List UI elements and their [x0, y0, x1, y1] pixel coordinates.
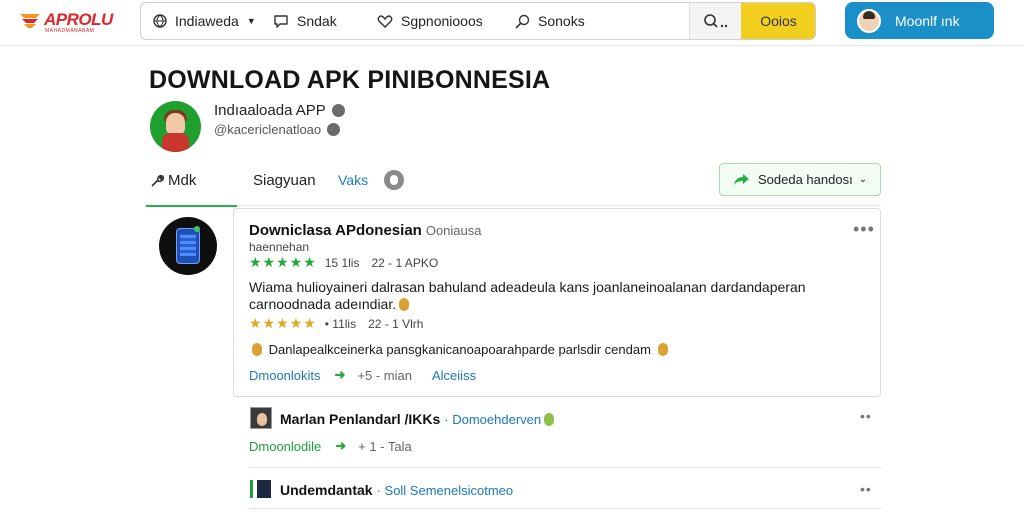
app-icon[interactable] [159, 217, 217, 275]
globe-icon [327, 123, 341, 136]
filter-label: Sodeda handosı [758, 172, 853, 187]
nav-item-favorites[interactable]: Sgpnoniooos [377, 3, 483, 39]
wrench-icon [151, 174, 164, 187]
post-title-muted: Ooniausa [425, 223, 482, 238]
logo-wings-icon [20, 14, 40, 28]
post-title-text: Downiclasa APdonesian [249, 222, 422, 239]
download-link[interactable]: Dmoonlodile [249, 439, 321, 454]
site-logo[interactable]: APROLU MAHADMANABAM [18, 8, 126, 34]
post-note-text: Danlapealkceinerka pansgkanicanoapoarahp… [268, 342, 651, 357]
rating-row: ★★★★★ • 11lis 22 - 1 Vlrh [249, 315, 435, 332]
rating-stars: ★★★★★ [249, 315, 317, 331]
chat-icon [274, 14, 288, 28]
info-icon[interactable] [384, 170, 404, 190]
avatar [857, 8, 881, 33]
arrow-right-icon: ➜ [334, 367, 346, 382]
login-label: Moonlf ınk [895, 12, 960, 29]
more-options-icon[interactable]: ••• [853, 220, 875, 238]
post-actions: Dmoonlokits ➜ +5 - mian Alceiiss [249, 367, 476, 383]
nav-item-search[interactable]: Sonoks [515, 3, 585, 39]
search-icon [515, 14, 530, 29]
rating-meta: 22 - 1 APKO [371, 255, 439, 270]
divider [249, 467, 881, 468]
nav-chat-label: Sndak [297, 13, 337, 29]
rating-stars: ★★★★★ [249, 254, 317, 270]
reply-author-name: Marlan Penlandarl /IKKs [280, 411, 441, 427]
share-icon [734, 173, 749, 185]
post-description: Wiama hulioyaineri dalrasan bahuland ade… [249, 279, 829, 313]
nav-item-chat[interactable]: Sndak [273, 3, 337, 39]
search-bar: Indiaweda ▼ Sndak Sgpnoniooos Sonoks Ooi… [140, 2, 816, 40]
tab-mdk-label: Mdk [168, 172, 197, 189]
access-link[interactable]: Alceiiss [432, 368, 476, 383]
emoji-icon [399, 298, 410, 311]
tab-vaks[interactable]: Vaks [338, 172, 368, 188]
top-bar: APROLU MAHADMANABAM Indiaweda ▼ Sndak Sg… [0, 0, 1024, 46]
profile-name-text: Indıaaloada APP [214, 102, 326, 119]
post-description-text: Wiama hulioyaineri dalrasan bahuland ade… [249, 279, 806, 312]
globe-icon [153, 14, 167, 28]
search-icon [703, 14, 727, 28]
nav-region-label: Indiaweda [175, 13, 239, 29]
logo-text: APROLU [44, 10, 113, 29]
heart-icon [377, 14, 393, 28]
post-title[interactable]: Downiclasa APdonesian Ooniausa [249, 222, 481, 239]
rating-meta: 15 1lis [324, 255, 360, 270]
badge-icon [544, 413, 555, 426]
reply-marker [250, 480, 253, 498]
reply-author-meta: · Soll Semenelsicotmeo [376, 483, 514, 498]
profile-handle: @kacericlenatloao [214, 122, 341, 137]
reply-author[interactable]: Marlan Penlandarl /IKKs · Domoehderven [280, 411, 557, 427]
login-button[interactable]: Moonlf ınk [845, 2, 994, 39]
divider [249, 508, 881, 509]
nav-favorites-label: Sgpnoniooos [401, 13, 483, 29]
emoji-icon [252, 343, 262, 356]
rating-meta: 22 - 1 Vlrh [368, 316, 424, 331]
verified-icon [331, 104, 345, 117]
emoji-icon [657, 343, 668, 356]
tab-siagyuan[interactable]: Siagyuan [253, 172, 316, 189]
logo-subtext: MAHADMANABAM [45, 28, 95, 34]
post-subtitle: haennehan [249, 240, 310, 254]
post-note: Danlapealkceinerka pansgkanicanoapoarahp… [249, 342, 671, 357]
more-options-icon[interactable]: •• [860, 482, 872, 496]
more-options-icon[interactable]: •• [860, 409, 872, 423]
page-title: DOWNLOAD APK PINIBONNESIA [149, 66, 551, 94]
rating-meta: • 11lis [324, 316, 357, 331]
post-action-meta: +5 - mian [357, 367, 412, 383]
reply-author-meta: · Domoehderven [444, 412, 542, 427]
reply-author-name: Undemdantak [280, 482, 373, 498]
avatar[interactable] [257, 480, 271, 498]
reply-author[interactable]: Undemdantak · Soll Semenelsicotmeo [280, 482, 513, 498]
search-button[interactable] [689, 3, 741, 39]
rating-row: ★★★★★ 15 1lis 22 - 1 APKO [249, 254, 450, 271]
download-link[interactable]: Dmoonlokits [249, 368, 321, 383]
chevron-down-icon: ⌄ [858, 174, 868, 185]
tab-bar: Mdk Siagyuan Vaks Sodeda handosı ⌄ [144, 162, 881, 207]
nav-search-label: Sonoks [538, 13, 585, 29]
yellow-action-button[interactable]: Ooios [741, 3, 815, 39]
nav-region-dropdown[interactable]: Indiaweda ▼ [153, 3, 256, 39]
avatar[interactable] [250, 407, 272, 429]
profile-name: Indıaaloada APP [214, 102, 345, 119]
arrow-right-icon: ➜ [335, 438, 347, 453]
profile-avatar[interactable] [150, 101, 201, 152]
reply-actions: Dmoonlodile ➜ + 1 - Tala [249, 438, 432, 454]
chevron-down-icon: ▼ [246, 16, 256, 26]
profile-handle-text: @kacericlenatloao [214, 122, 322, 137]
reply-action-meta: + 1 - Tala [358, 438, 412, 454]
tab-mdk[interactable]: Mdk [145, 172, 238, 207]
filter-dropdown[interactable]: Sodeda handosı ⌄ [719, 163, 881, 196]
